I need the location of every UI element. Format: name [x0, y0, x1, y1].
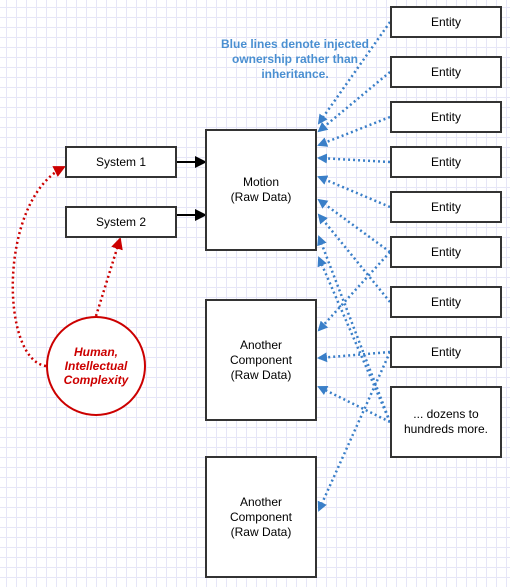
entity-box[interactable]: Entity: [390, 191, 502, 223]
ownership-arrow: [317, 115, 391, 147]
human-complexity-circle[interactable]: Human, Intellectual Complexity: [46, 316, 146, 416]
ownership-arrow: [317, 351, 392, 512]
motion-component-box[interactable]: Motion (Raw Data): [205, 129, 317, 251]
legend-note: Blue lines denote injected ownership rat…: [220, 37, 370, 81]
entity-box[interactable]: Entity: [390, 101, 502, 133]
ownership-arrow: [317, 198, 391, 254]
ownership-arrow: [317, 350, 391, 363]
another-component-box[interactable]: Another Component (Raw Data): [205, 299, 317, 421]
ownership-lines: [317, 21, 392, 512]
system-1-box[interactable]: System 1: [65, 146, 177, 178]
entity-box[interactable]: Entity: [390, 146, 502, 178]
entity-box[interactable]: Entity: [390, 6, 502, 38]
another-component-box[interactable]: Another Component (Raw Data): [205, 456, 317, 578]
ownership-arrow: [317, 175, 391, 209]
ownership-arrow: [317, 213, 391, 303]
system-2-box[interactable]: System 2: [65, 206, 177, 238]
entity-box[interactable]: Entity: [390, 336, 502, 368]
entity-box[interactable]: Entity: [390, 236, 502, 268]
ownership-arrow: [317, 153, 391, 164]
entity-box[interactable]: Entity: [390, 286, 502, 318]
more-entities-box[interactable]: ... dozens to hundreds more.: [390, 386, 502, 458]
ownership-arrow: [317, 251, 391, 332]
human-to-system-2-arrow: [94, 237, 123, 317]
ownership-arrow: [317, 256, 392, 423]
entity-box[interactable]: Entity: [390, 56, 502, 88]
